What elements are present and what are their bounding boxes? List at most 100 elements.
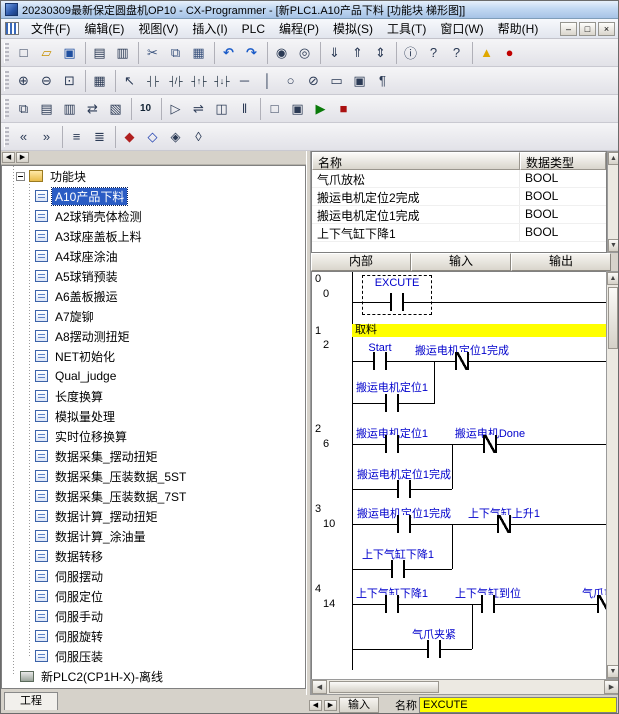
monitor-toggle-icon[interactable]: ◫ <box>210 98 233 120</box>
down-contact-icon[interactable]: ┤↓├ <box>210 70 233 92</box>
menu-item[interactable]: 插入(I) <box>185 18 234 39</box>
symbol-row[interactable]: 气爪放松 BOOL <box>312 170 606 188</box>
ladder-editor[interactable]: 0 0 EXCUTE 1 2 取料 Start 搬运电机定位1完成 搬运电机定位… <box>311 271 606 679</box>
tree-item[interactable]: 伺服压装 <box>2 646 305 666</box>
upload-from-plc-icon[interactable]: ⇑ <box>346 42 369 64</box>
contact-label[interactable]: 搬运电机定位1 <box>356 379 428 395</box>
scroll-right-icon[interactable]: ▶ <box>604 680 619 694</box>
nc-contact[interactable] <box>597 595 606 613</box>
cross-reference-icon[interactable]: ⇄ <box>81 98 104 120</box>
no-contact[interactable] <box>397 515 411 533</box>
pause-monitor-icon[interactable]: ‖ <box>233 98 256 120</box>
tree-item[interactable]: 数据采集_摆动扭矩 <box>2 446 305 466</box>
tree-item[interactable]: NET初始化 <box>2 346 305 366</box>
help-icon[interactable]: ? <box>422 42 445 64</box>
symbol-name-cell[interactable]: 上下气缸下降1 <box>312 224 520 241</box>
column-header-datatype[interactable]: 数据类型 <box>520 152 606 170</box>
symbol-tab[interactable]: 内部 <box>311 253 411 271</box>
menu-item[interactable]: 视图(V) <box>131 18 185 39</box>
tree-item[interactable]: A6盖板搬运 <box>2 286 305 306</box>
no-contact[interactable] <box>391 560 405 578</box>
tree-item[interactable]: A10产品下料 <box>2 186 305 206</box>
tree-node-plc[interactable]: 新PLC2(CP1H-X)-离线 <box>2 666 305 686</box>
tree-item[interactable]: 伺服手动 <box>2 606 305 626</box>
tree-item[interactable]: Qual_judge <box>2 366 305 386</box>
tree-item[interactable]: A8摆动测扭矩 <box>2 326 305 346</box>
stop-icon[interactable]: ■ <box>332 98 355 120</box>
no-contact[interactable] <box>390 293 404 311</box>
menu-item[interactable]: 编程(P) <box>272 18 326 39</box>
scroll-down-icon[interactable]: ▼ <box>608 239 619 252</box>
output-window-icon[interactable]: ▤ <box>35 98 58 120</box>
copy-icon[interactable]: ⧉ <box>164 42 187 64</box>
tree-item[interactable]: 伺服定位 <box>2 586 305 606</box>
error-list-icon[interactable]: ● <box>498 42 521 64</box>
no-contact[interactable] <box>427 640 441 658</box>
nc-contact-icon[interactable]: ┤/├ <box>164 70 187 92</box>
menu-item[interactable]: PLC <box>235 20 272 38</box>
cascade-windows-icon[interactable]: ⧉ <box>12 98 35 120</box>
tree-item[interactable]: A7旋铆 <box>2 306 305 326</box>
decimal-monitor-icon[interactable]: 10 <box>134 98 157 120</box>
print-preview-icon[interactable]: ▥ <box>111 42 134 64</box>
no-contact[interactable] <box>385 394 399 412</box>
tree-item[interactable]: A2球销壳体检测 <box>2 206 305 226</box>
symbol-type-cell[interactable]: BOOL <box>520 170 606 187</box>
cut-icon[interactable]: ✂ <box>141 42 164 64</box>
symbol-tab[interactable]: 输出 <box>511 253 611 271</box>
symbol-type-cell[interactable]: BOOL <box>520 224 606 241</box>
comment-box-icon[interactable]: ¶ <box>371 70 394 92</box>
simulator-icon[interactable]: ▷ <box>164 98 187 120</box>
nc-contact[interactable] <box>455 352 469 370</box>
menu-item[interactable]: 模拟(S) <box>326 18 380 39</box>
symbol-table-scrollbar[interactable]: ▲ ▼ <box>607 151 619 253</box>
no-contact[interactable] <box>385 595 399 613</box>
tree-item[interactable]: 数据采集_压装数据_5ST <box>2 466 305 486</box>
child-minimize-button[interactable]: – <box>560 22 577 36</box>
outdent-icon[interactable]: « <box>12 126 35 148</box>
no-contact-icon[interactable]: ┤├ <box>141 70 164 92</box>
toolbar-grip[interactable] <box>4 99 9 119</box>
zoom-fit-icon[interactable]: ⊡ <box>58 70 81 92</box>
tree-item[interactable]: A3球座盖板上料 <box>2 226 305 246</box>
child-restore-button[interactable]: □ <box>579 22 596 36</box>
toolbar-grip[interactable] <box>4 43 9 63</box>
vertical-line-icon[interactable]: │ <box>256 70 279 92</box>
scrollbar-track[interactable] <box>327 680 604 694</box>
tree-item[interactable]: A4球座涂油 <box>2 246 305 266</box>
tree-item[interactable]: 数据计算_涂油量 <box>2 526 305 546</box>
no-contact[interactable] <box>397 480 411 498</box>
menu-item[interactable]: 编辑(E) <box>77 18 131 39</box>
run-mode-icon[interactable]: ▶ <box>309 98 332 120</box>
operand-scroll-right-icon[interactable]: ▶ <box>324 700 337 711</box>
menu-item[interactable]: 窗口(W) <box>433 18 490 39</box>
nc-contact[interactable] <box>497 515 511 533</box>
open-project-icon[interactable]: ▱ <box>35 42 58 64</box>
column-header-name[interactable]: 名称 <box>312 152 520 170</box>
warning-list-icon[interactable]: ▲ <box>475 42 498 64</box>
menu-item[interactable]: 工具(T) <box>380 18 433 39</box>
symbol-row[interactable]: 搬运电机定位1完成 BOOL <box>312 206 606 224</box>
collapse-icon[interactable] <box>16 172 25 181</box>
tree-node-function-blocks[interactable]: 功能块 <box>2 166 305 186</box>
menu-item[interactable]: 文件(F) <box>24 18 77 39</box>
operand-scroll-left-icon[interactable]: ◀ <box>309 700 322 711</box>
prev-section-icon[interactable]: ≡ <box>65 126 88 148</box>
rung-comment[interactable]: 取料 <box>352 324 606 337</box>
tree-scroll-right-icon[interactable]: ▶ <box>16 152 29 163</box>
tree-scroll-left-icon[interactable]: ◀ <box>2 152 15 163</box>
tree-item[interactable]: 数据计算_摆动扭矩 <box>2 506 305 526</box>
grid-toggle-icon[interactable]: ▦ <box>88 70 111 92</box>
find-replace-icon[interactable]: ◎ <box>293 42 316 64</box>
scroll-up-icon[interactable]: ▲ <box>607 272 619 285</box>
clear-mark-icon[interactable]: ◇ <box>141 126 164 148</box>
tree-item[interactable]: 长度换算 <box>2 386 305 406</box>
force-on-icon[interactable]: ◈ <box>164 126 187 148</box>
symbol-type-cell[interactable]: BOOL <box>520 206 606 223</box>
coil-icon[interactable]: ○ <box>279 70 302 92</box>
monitor-mode-icon[interactable]: ▣ <box>286 98 309 120</box>
scrollbar-thumb[interactable] <box>329 681 439 693</box>
instruction-icon[interactable]: ▭ <box>325 70 348 92</box>
scroll-left-icon[interactable]: ◀ <box>312 680 327 694</box>
force-off-icon[interactable]: ◊ <box>187 126 210 148</box>
